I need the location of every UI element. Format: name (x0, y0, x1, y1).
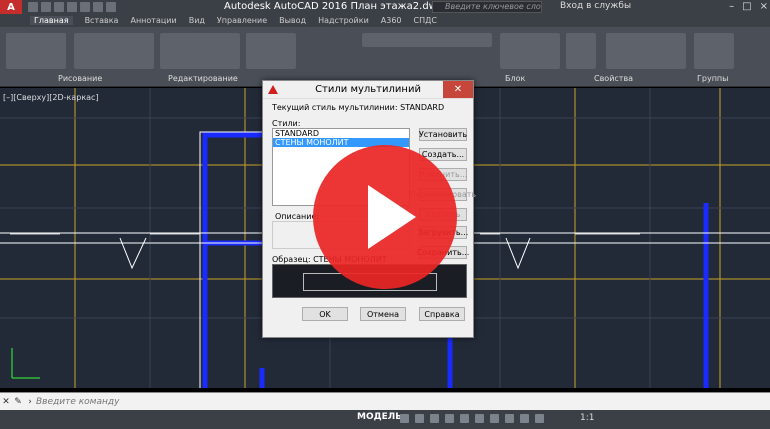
tab-spds[interactable]: СПДС (414, 16, 437, 25)
panel-title-groups[interactable]: Группы (697, 74, 728, 83)
maximize-icon[interactable]: □ (742, 1, 751, 12)
annotation-scale-icon[interactable] (535, 414, 544, 423)
text-tool-icon[interactable] (246, 33, 296, 69)
command-prompt-icon: › (28, 396, 32, 407)
ok-button[interactable]: OK (302, 307, 348, 321)
tab-output[interactable]: Вывод (279, 16, 306, 25)
close-icon[interactable]: × (760, 1, 768, 12)
tab-addins[interactable]: Надстройки (318, 16, 369, 25)
selection-cycling-icon[interactable] (520, 414, 529, 423)
otrack-icon[interactable] (475, 414, 484, 423)
model-space-button[interactable]: МОДЕЛЬ (357, 412, 402, 422)
cancel-button[interactable]: Отмена (360, 307, 406, 321)
search-input[interactable]: Введите ключевое слово/фразу (432, 1, 542, 13)
tab-insert[interactable]: Вставка (85, 16, 119, 25)
quick-access-toolbar (28, 2, 116, 12)
autocad-logo[interactable]: A (0, 0, 22, 14)
panel-title-block[interactable]: Блок (505, 74, 525, 83)
layer-dropdown[interactable] (362, 33, 492, 47)
tab-view[interactable]: Вид (189, 16, 205, 25)
tab-home[interactable]: Главная (30, 16, 73, 25)
title-bar: A Autodesk AutoCAD 2016 План этажа2.dwg … (0, 0, 770, 14)
video-play-button[interactable] (313, 145, 457, 289)
annotation-scale[interactable]: 1:1 (580, 413, 594, 423)
osnap-icon[interactable] (460, 414, 469, 423)
tab-annotate[interactable]: Аннотации (130, 16, 176, 25)
help-button[interactable]: Справка (419, 307, 465, 321)
panel-title-draw[interactable]: Рисование (58, 74, 102, 83)
match-properties-icon[interactable] (566, 33, 596, 69)
ribbon-tabs: Главная Вставка Аннотации Вид Управление… (0, 14, 770, 27)
close-icon[interactable]: ✕ (443, 81, 473, 98)
panel-title-properties[interactable]: Свойства (594, 74, 633, 83)
minimize-icon[interactable]: – (729, 1, 734, 12)
lineweight-icon[interactable] (490, 414, 499, 423)
status-toggles (400, 414, 544, 423)
draw-tools-icon[interactable] (74, 33, 154, 69)
dialog-title: Стили мультилиний (315, 84, 421, 95)
styles-label: Стили: (272, 119, 301, 128)
save-icon[interactable] (54, 2, 64, 12)
plot-icon[interactable] (80, 2, 90, 12)
command-line: ✕ ✎ › (0, 392, 770, 410)
save-as-icon[interactable] (67, 2, 77, 12)
block-insert-icon[interactable] (500, 33, 560, 69)
undo-icon[interactable] (93, 2, 103, 12)
window-title: Autodesk AutoCAD 2016 План этажа2.dwg (224, 1, 444, 12)
modify-tools-icon[interactable] (160, 33, 240, 69)
new-icon[interactable] (28, 2, 38, 12)
properties-dropdowns[interactable] (606, 33, 686, 69)
viewport-label[interactable]: [–][Сверху][2D-каркас] (3, 93, 99, 102)
command-input[interactable] (36, 396, 436, 407)
transparency-icon[interactable] (505, 414, 514, 423)
group-icon[interactable] (694, 33, 734, 69)
snap-icon[interactable] (415, 414, 424, 423)
sign-in-link[interactable]: Вход в службы (560, 1, 631, 11)
tab-a360[interactable]: A360 (381, 16, 402, 25)
open-icon[interactable] (41, 2, 51, 12)
set-current-button[interactable]: Установить (419, 128, 467, 141)
ortho-icon[interactable] (430, 414, 439, 423)
status-bar: МОДЕЛЬ 1:1 (0, 410, 770, 429)
redo-icon[interactable] (106, 2, 116, 12)
wrench-icon[interactable]: ✎ (12, 397, 24, 407)
window-controls: – □ × (729, 1, 768, 12)
autocad-warning-icon (268, 85, 278, 94)
current-style-label: Текущий стиль мультилинии: STANDARD (272, 103, 445, 112)
close-icon[interactable]: ✕ (0, 397, 12, 407)
play-icon (368, 185, 416, 249)
dialog-title-bar: Стили мультилиний ✕ (263, 81, 473, 99)
tab-manage[interactable]: Управление (217, 16, 267, 25)
panel-title-modify[interactable]: Редактирование (168, 74, 238, 83)
list-item[interactable]: STANDARD (273, 129, 409, 138)
polar-icon[interactable] (445, 414, 454, 423)
grid-icon[interactable] (400, 414, 409, 423)
line-tool-icon[interactable] (6, 33, 66, 69)
